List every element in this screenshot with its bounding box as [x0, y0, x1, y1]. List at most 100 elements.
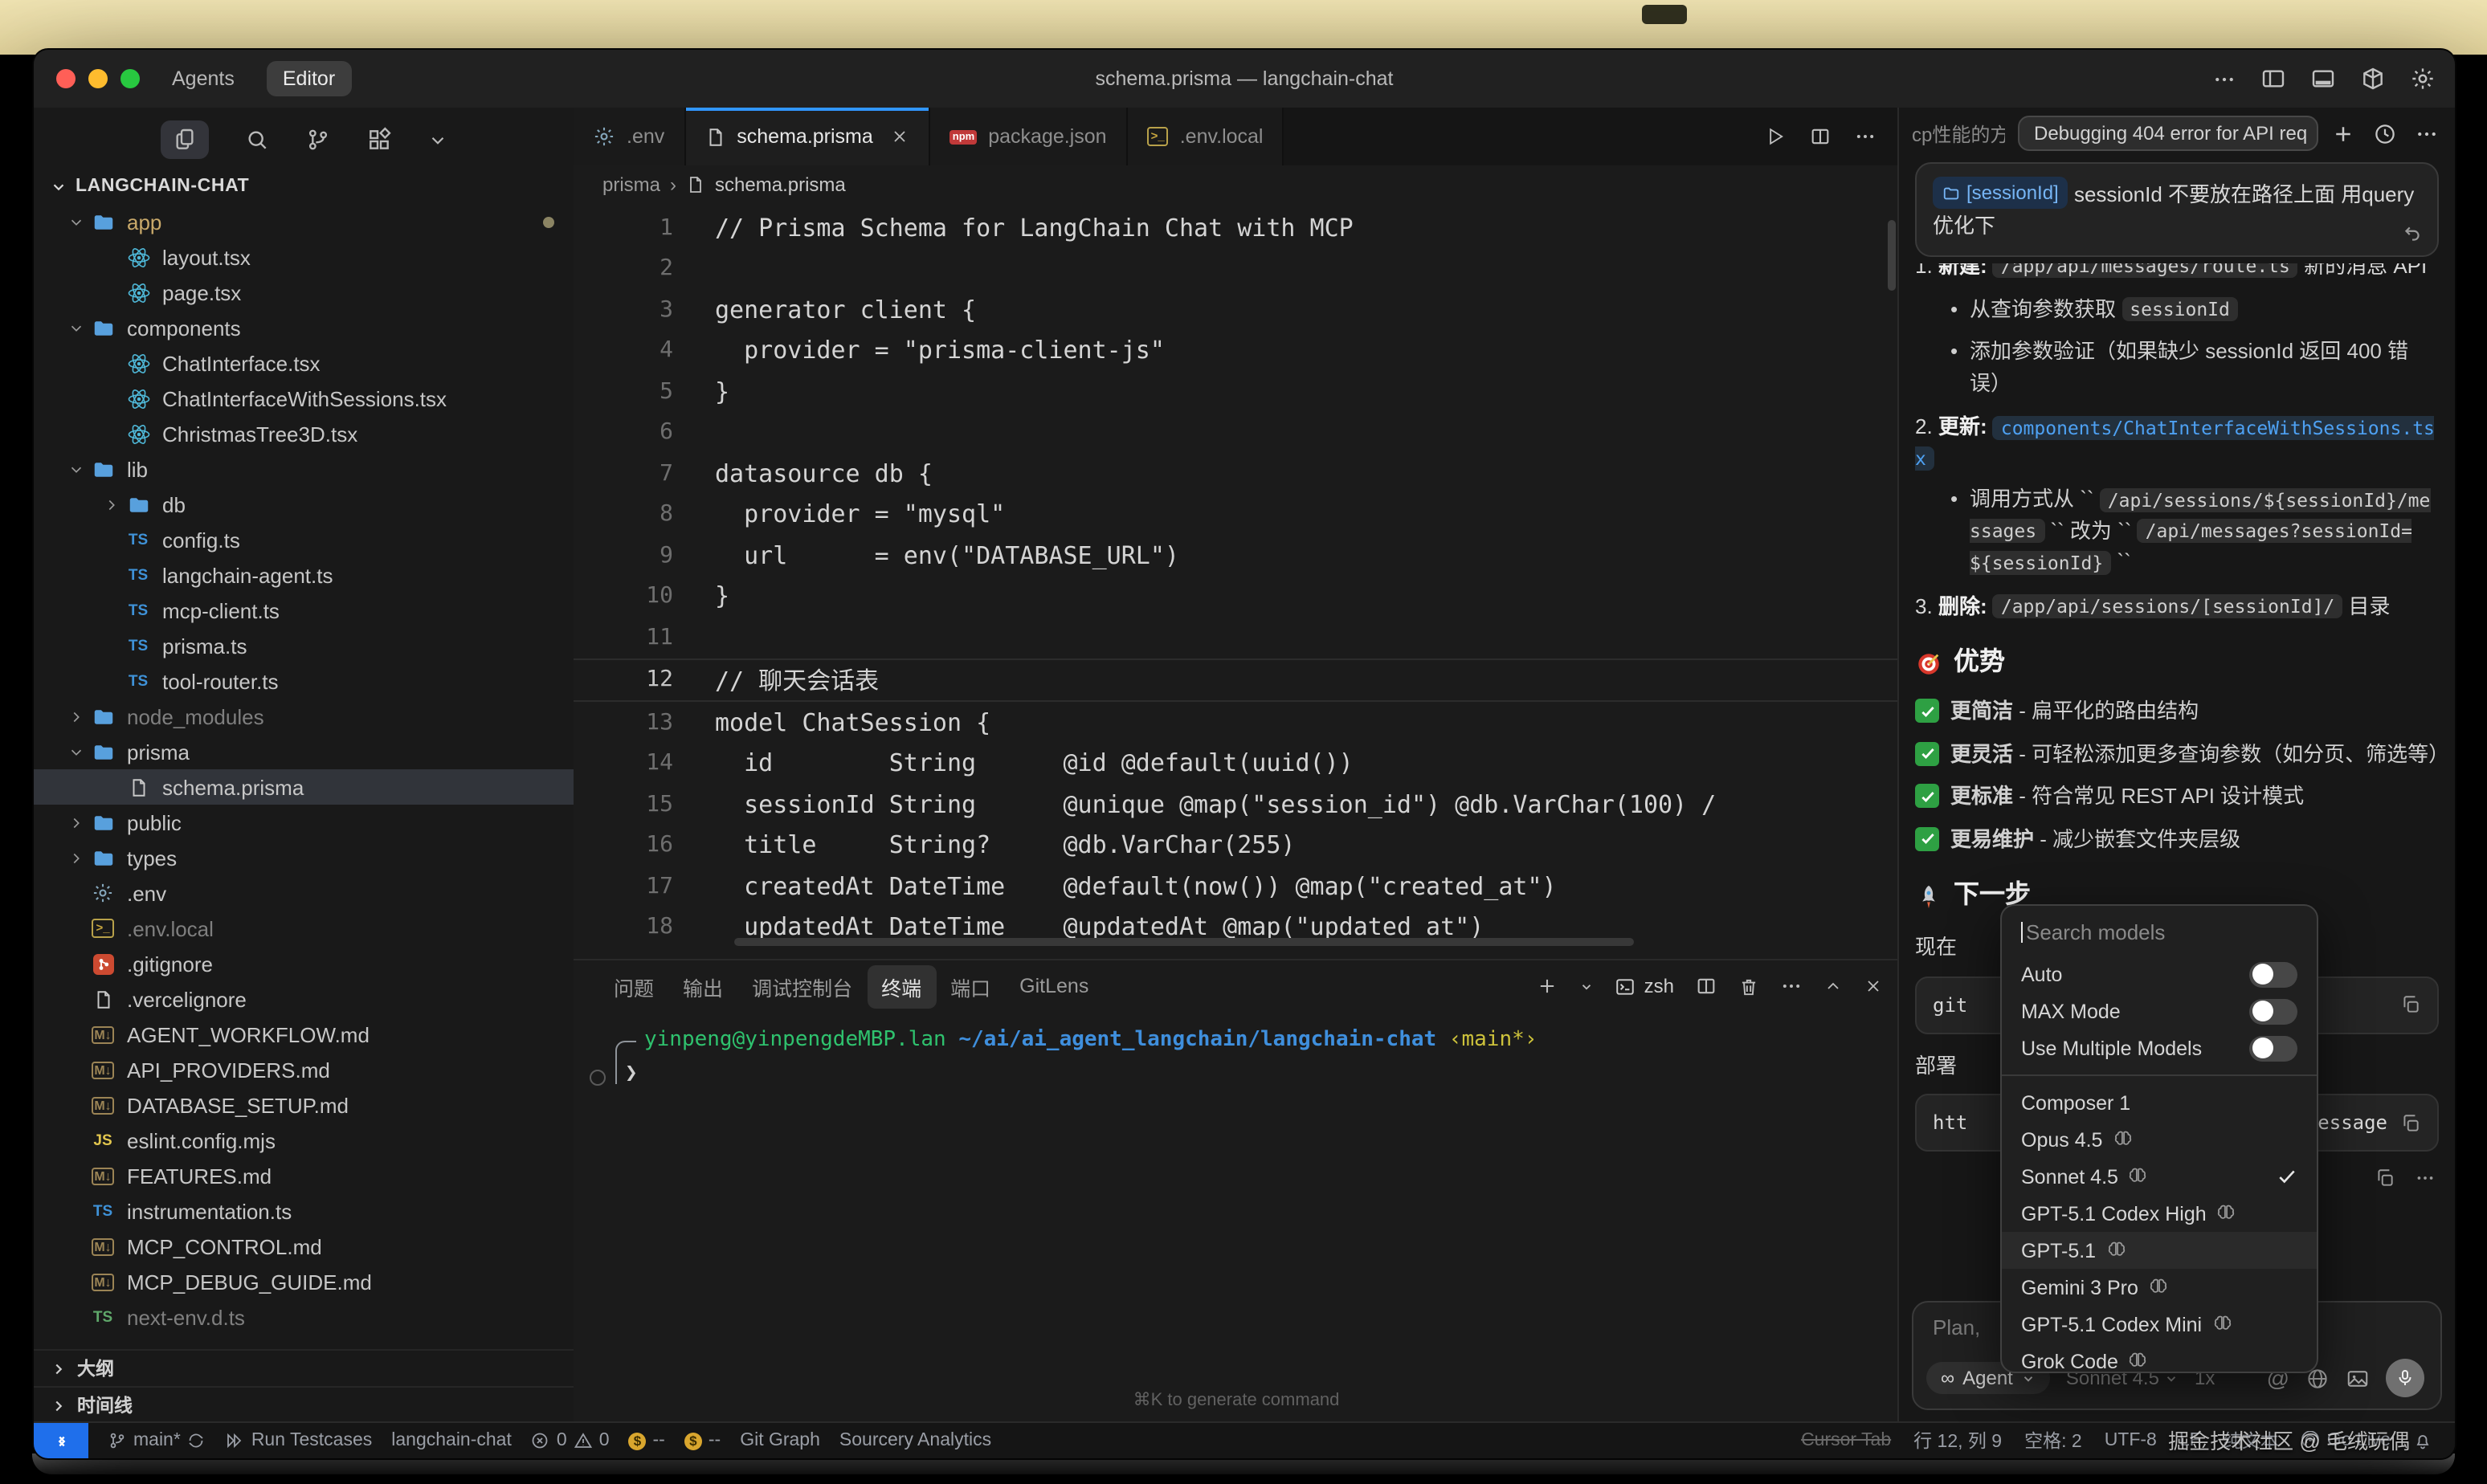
file-tree-item[interactable]: .gitignore [34, 946, 574, 981]
file-tree-item[interactable]: TSnext-env.d.ts [34, 1299, 574, 1335]
problems-status[interactable]: 0 0 [531, 1431, 610, 1450]
code-editor[interactable]: 1// Prisma Schema for LangChain Chat wit… [574, 207, 1899, 959]
file-tree-item[interactable]: layout.tsx [34, 239, 574, 275]
file-link-chip[interactable]: components/ChatInterfaceWithSessions.tsx [1915, 415, 2435, 471]
editor-scrollbar[interactable] [1888, 220, 1896, 291]
path-chip[interactable]: /app/api/sessions/[sessionId]/ [1993, 594, 2342, 618]
file-tree-item[interactable]: public [34, 805, 574, 840]
split-editor-icon[interactable] [1809, 125, 1832, 148]
maximize-panel-icon[interactable] [1823, 976, 1843, 996]
breadcrumb[interactable]: prisma › schema.prisma [574, 165, 1899, 204]
model-option-grok-code[interactable]: Grok Code [2002, 1343, 2317, 1373]
cursor-tab-status[interactable]: Cursor Tab [1801, 1431, 1891, 1450]
encoding-status[interactable]: UTF-8 [2105, 1431, 2157, 1450]
panel-tab-终端[interactable]: 终端 [867, 964, 936, 1008]
code-line[interactable]: 16 title String? @db.VarChar(255) [574, 825, 1899, 866]
file-tree-item[interactable]: M↓MCP_DEBUG_GUIDE.md [34, 1264, 574, 1299]
file-tree-item[interactable]: ChatInterfaceWithSessions.tsx [34, 381, 574, 416]
file-tree-item[interactable]: types [34, 840, 574, 875]
toggle-sidebar-icon[interactable] [2260, 66, 2286, 92]
code-line[interactable]: 15 sessionId String @unique @map("sessio… [574, 784, 1899, 825]
code-line[interactable]: 17 createdAt DateTime @default(now()) @m… [574, 866, 1899, 907]
git-branch-status[interactable]: main* [108, 1431, 206, 1450]
toggle-switch-off[interactable] [2249, 1035, 2297, 1061]
source-control-icon[interactable] [304, 127, 330, 153]
panel-tab-问题[interactable]: 问题 [599, 964, 668, 1008]
code-line[interactable]: 8 provider = "mysql" [574, 494, 1899, 535]
code-line[interactable]: 2 [574, 248, 1899, 289]
code-line[interactable]: 14 id String @id @default(uuid()) [574, 743, 1899, 784]
kill-terminal-icon[interactable] [1738, 976, 1759, 997]
toggle-switch-off[interactable] [2249, 998, 2297, 1024]
sidebar-section-timeline[interactable]: 时间线 [34, 1386, 574, 1423]
git-graph-button[interactable]: Git Graph [740, 1431, 820, 1450]
editor-tab--env-local[interactable]: >_.env.local [1128, 108, 1284, 165]
run-testcases-button[interactable]: Run Testcases [226, 1431, 372, 1450]
copy-message-icon[interactable] [2375, 1168, 2395, 1188]
file-tree-item[interactable]: .vercelignore [34, 981, 574, 1017]
toggle-row-auto[interactable]: Auto [2002, 956, 2317, 993]
code-line[interactable]: 1// Prisma Schema for LangChain Chat wit… [574, 207, 1899, 248]
file-tree-item[interactable]: schema.prisma [34, 769, 574, 805]
tab-editor[interactable]: Editor [267, 61, 351, 96]
sidebar-section-outline[interactable]: 大纲 [34, 1349, 574, 1386]
code-line[interactable]: 7datasource db { [574, 453, 1899, 494]
editor-hscrollbar[interactable] [734, 938, 1634, 946]
file-tree-item[interactable]: TSconfig.ts [34, 522, 574, 557]
file-tree-item[interactable]: .env [34, 875, 574, 911]
close-window-button[interactable] [56, 69, 76, 88]
terminal-more-icon[interactable] [1780, 975, 1803, 997]
minimize-window-button[interactable] [88, 69, 108, 88]
indentation-status[interactable]: 空格: 2 [2024, 1428, 2082, 1453]
file-tree-item[interactable]: db [34, 487, 574, 522]
file-tree-item[interactable]: ChatInterface.tsx [34, 345, 574, 381]
restore-checkpoint-icon[interactable] [2402, 222, 2423, 243]
editor-more-icon[interactable] [1854, 125, 1876, 148]
cost-indicator-2[interactable]: $-- [684, 1431, 721, 1450]
model-option-gemini-3-pro[interactable]: Gemini 3 Pro [2002, 1269, 2317, 1306]
more-actions-icon[interactable] [2212, 67, 2236, 91]
file-tree-item[interactable]: TSmcp-client.ts [34, 593, 574, 628]
editor-tab-package-json[interactable]: npmpackage.json [931, 108, 1128, 165]
chevron-down-icon[interactable] [427, 129, 447, 150]
editor-tab--env[interactable]: .env [574, 108, 685, 165]
image-icon[interactable] [2346, 1366, 2370, 1390]
code-line[interactable]: 6 [574, 412, 1899, 453]
layout-box-icon[interactable] [2360, 66, 2386, 92]
model-option-gpt-5-1-codex-mini[interactable]: GPT-5.1 Codex Mini [2002, 1306, 2317, 1343]
panel-tab-GitLens[interactable]: GitLens [1005, 968, 1103, 1004]
code-line[interactable]: 9 url = env("DATABASE_URL") [574, 535, 1899, 576]
file-tree-item[interactable]: M↓API_PROVIDERS.md [34, 1052, 574, 1087]
breadcrumb-folder[interactable]: prisma [602, 173, 660, 196]
code-line[interactable]: 4 provider = "prisma-client-js" [574, 330, 1899, 371]
toggle-switch-off[interactable] [2249, 961, 2297, 987]
chat-tab-active[interactable]: Debugging 404 error for API req [2018, 116, 2318, 151]
file-tree-item[interactable]: TSprisma.ts [34, 628, 574, 663]
model-option-gpt-5-1-codex-high[interactable]: GPT-5.1 Codex High [2002, 1195, 2317, 1232]
file-tree-item[interactable]: components [34, 310, 574, 345]
model-option-composer-1[interactable]: Composer 1 [2002, 1084, 2317, 1121]
file-tree-item[interactable]: ChristmasTree3D.tsx [34, 416, 574, 451]
project-root-row[interactable]: LANGCHAIN-CHAT [34, 172, 574, 204]
terminal-dropdown-icon[interactable] [1580, 979, 1595, 993]
code-line[interactable]: 10} [574, 576, 1899, 617]
close-panel-icon[interactable] [1864, 976, 1883, 996]
code-line[interactable]: 5} [574, 371, 1899, 412]
explorer-icon[interactable] [160, 120, 208, 159]
panel-tab-调试控制台[interactable]: 调试控制台 [737, 964, 867, 1008]
project-status[interactable]: langchain-chat [391, 1431, 512, 1450]
cursor-position-status[interactable]: 行 12, 列 9 [1913, 1428, 2002, 1453]
run-file-icon[interactable] [1764, 125, 1787, 148]
file-tree-item[interactable]: node_modules [34, 699, 574, 734]
split-terminal-icon[interactable] [1695, 975, 1717, 997]
panel-tab-端口[interactable]: 端口 [936, 964, 1005, 1008]
code-line[interactable]: 12// 聊天会话表 [574, 658, 1899, 702]
sourcery-button[interactable]: Sourcery Analytics [839, 1431, 991, 1450]
model-option-sonnet-4-5[interactable]: Sonnet 4.5 [2002, 1158, 2317, 1195]
chat-more-icon[interactable] [2415, 121, 2439, 145]
zoom-window-button[interactable] [120, 69, 140, 88]
notifications-bell-icon[interactable] [2413, 1431, 2432, 1450]
code-line[interactable]: 11 [574, 617, 1899, 658]
file-tree-item[interactable]: lib [34, 451, 574, 487]
extensions-icon[interactable] [365, 127, 391, 153]
